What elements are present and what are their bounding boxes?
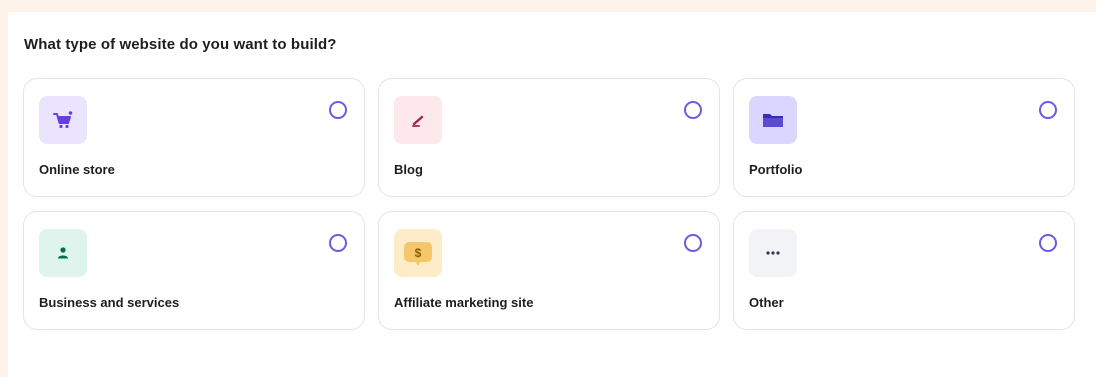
- other-radio[interactable]: [1039, 234, 1057, 252]
- option-blog[interactable]: Blog: [378, 78, 720, 197]
- option-business-and-services[interactable]: Business and services: [23, 211, 365, 330]
- question-heading: What type of website do you want to buil…: [24, 36, 337, 53]
- options-grid: Online store Blog Portfolio Business and…: [23, 78, 1076, 330]
- business-and-services-radio[interactable]: [329, 234, 347, 252]
- pencil-icon: [394, 96, 442, 144]
- other-label: Other: [749, 295, 784, 310]
- website-type-panel: What type of website do you want to buil…: [8, 12, 1096, 377]
- portfolio-radio[interactable]: [1039, 101, 1057, 119]
- dollar-tag-icon: $: [394, 229, 442, 277]
- person-icon: [39, 229, 87, 277]
- affiliate-marketing-site-label: Affiliate marketing site: [394, 295, 534, 310]
- folder-icon: [749, 96, 797, 144]
- cart-icon: [39, 96, 87, 144]
- option-portfolio[interactable]: Portfolio: [733, 78, 1075, 197]
- portfolio-label: Portfolio: [749, 162, 803, 177]
- online-store-radio[interactable]: [329, 101, 347, 119]
- online-store-label: Online store: [39, 162, 115, 177]
- option-affiliate-marketing-site[interactable]: $ Affiliate marketing site: [378, 211, 720, 330]
- option-online-store[interactable]: Online store: [23, 78, 365, 197]
- blog-label: Blog: [394, 162, 423, 177]
- option-other[interactable]: Other: [733, 211, 1075, 330]
- ellipsis-icon: [749, 229, 797, 277]
- affiliate-marketing-site-radio[interactable]: [684, 234, 702, 252]
- svg-text:$: $: [415, 246, 422, 260]
- business-and-services-label: Business and services: [39, 295, 180, 310]
- blog-radio[interactable]: [684, 101, 702, 119]
